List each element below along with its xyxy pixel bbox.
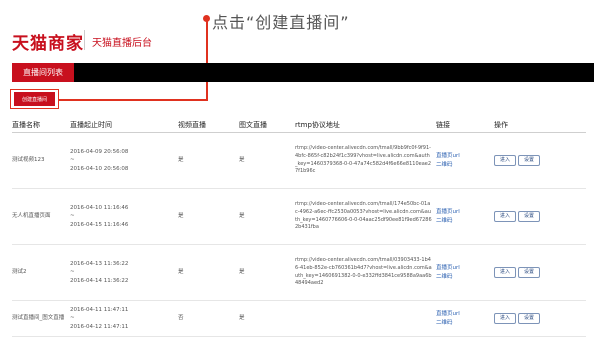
cell-graphic: 是 xyxy=(239,188,295,245)
live-room-table: 直播名称 直播起止时间 视频直播 图文直播 rtmp协议地址 链接 操作 测试视… xyxy=(12,116,586,337)
end-time: 2016-04-10 20:56:08 xyxy=(70,165,129,172)
end-time: 2016-04-14 11:36:22 xyxy=(70,277,129,284)
table-header-row: 直播名称 直播起止时间 视频直播 图文直播 rtmp协议地址 链接 操作 xyxy=(12,116,586,133)
cell-name: 无人机直播页面 xyxy=(12,188,70,245)
cell-video: 是 xyxy=(178,244,239,301)
settings-button[interactable]: 设置 xyxy=(518,154,541,167)
col-header-video: 视频直播 xyxy=(178,116,239,133)
live-page-url-link[interactable]: 直播页url xyxy=(436,208,490,216)
cell-rtmp: rtmp://video-center.alivecdn.com/tmall/0… xyxy=(295,244,436,301)
table-row: 测试直播间_图文直播 2016-04-11 11:47:11 ~ 2016-04… xyxy=(12,300,586,337)
cell-video: 是 xyxy=(178,132,239,189)
start-time: 2016-04-11 11:47:11 xyxy=(70,307,129,314)
tmall-logo: 天猫商家 xyxy=(12,34,84,54)
col-header-rtmp: rtmp协议地址 xyxy=(295,116,436,133)
cell-name: 测试直播间_图文直播 xyxy=(12,300,70,337)
cell-actions: 进入 设置 xyxy=(494,188,586,245)
cell-name: 测试视频123 xyxy=(12,132,70,189)
enter-button[interactable]: 进入 xyxy=(494,210,517,223)
col-header-graphic: 图文直播 xyxy=(239,116,295,133)
cell-rtmp xyxy=(295,300,436,337)
table-row: 测试视频123 2016-04-09 20:56:08 ~ 2016-04-10… xyxy=(12,132,586,189)
cell-graphic: 是 xyxy=(239,132,295,189)
settings-button[interactable]: 设置 xyxy=(518,266,541,279)
time-separator: ~ xyxy=(70,269,75,276)
qrcode-link[interactable]: 二维码 xyxy=(436,273,490,281)
cell-links: 直播页url 二维码 xyxy=(436,244,494,301)
cell-links: 直播页url 二维码 xyxy=(436,300,494,337)
top-nav-bar xyxy=(12,63,594,82)
table-row: 无人机直播页面 2016-04-10 11:16:46 ~ 2016-04-15… xyxy=(12,188,586,245)
create-live-room-button[interactable]: 创建直播间 xyxy=(14,92,55,106)
start-time: 2016-04-10 11:16:46 xyxy=(70,205,129,212)
enter-button[interactable]: 进入 xyxy=(494,266,517,279)
settings-button[interactable]: 设置 xyxy=(518,210,541,223)
logo-divider xyxy=(84,30,85,50)
start-time: 2016-04-13 11:36:22 xyxy=(70,261,129,268)
live-page-url-link[interactable]: 直播页url xyxy=(436,152,490,160)
start-time: 2016-04-09 20:56:08 xyxy=(70,149,129,156)
qrcode-link[interactable]: 二维码 xyxy=(436,161,490,169)
live-page-url-link[interactable]: 直播页url xyxy=(436,310,490,318)
cell-links: 直播页url 二维码 xyxy=(436,188,494,245)
cell-actions: 进入 设置 xyxy=(494,132,586,189)
cell-graphic: 是 xyxy=(239,300,295,337)
col-header-link: 链接 xyxy=(436,116,494,133)
col-header-name: 直播名称 xyxy=(12,116,70,133)
cell-rtmp: rtmp://video-center.alivecdn.com/tmall/9… xyxy=(295,132,436,189)
time-separator: ~ xyxy=(70,213,75,220)
cell-time: 2016-04-09 20:56:08 ~ 2016-04-10 20:56:0… xyxy=(70,132,178,189)
end-time: 2016-04-12 11:47:11 xyxy=(70,323,129,330)
col-header-time: 直播起止时间 xyxy=(70,116,178,133)
enter-button[interactable]: 进入 xyxy=(494,154,517,167)
cell-time: 2016-04-10 11:16:46 ~ 2016-04-15 11:16:4… xyxy=(70,188,178,245)
settings-button[interactable]: 设置 xyxy=(518,312,541,325)
cell-video: 是 xyxy=(178,188,239,245)
cell-graphic: 是 xyxy=(239,244,295,301)
cell-time: 2016-04-11 11:47:11 ~ 2016-04-12 11:47:1… xyxy=(70,300,178,337)
time-separator: ~ xyxy=(70,157,75,164)
callout-connector-horizontal xyxy=(58,99,208,101)
live-page-url-link[interactable]: 直播页url xyxy=(436,264,490,272)
qrcode-link[interactable]: 二维码 xyxy=(436,319,490,327)
enter-button[interactable]: 进入 xyxy=(494,312,517,325)
cell-actions: 进入 设置 xyxy=(494,244,586,301)
tab-live-room-list[interactable]: 直播间列表 xyxy=(12,63,74,82)
cell-actions: 进入 设置 xyxy=(494,300,586,337)
callout-connector-vertical xyxy=(206,20,208,100)
col-header-actions: 操作 xyxy=(494,116,586,133)
qrcode-link[interactable]: 二维码 xyxy=(436,217,490,225)
cell-links: 直播页url 二维码 xyxy=(436,132,494,189)
cell-name: 测试2 xyxy=(12,244,70,301)
platform-subtitle: 天猫直播后台 xyxy=(92,38,152,49)
cell-video: 否 xyxy=(178,300,239,337)
end-time: 2016-04-15 11:16:46 xyxy=(70,221,129,228)
annotation-callout: 点击“创建直播间” xyxy=(212,13,350,32)
cell-time: 2016-04-13 11:36:22 ~ 2016-04-14 11:36:2… xyxy=(70,244,178,301)
time-separator: ~ xyxy=(70,315,75,322)
cell-rtmp: rtmp://video-center.alivecdn.com/tmall/1… xyxy=(295,188,436,245)
table-row: 测试2 2016-04-13 11:36:22 ~ 2016-04-14 11:… xyxy=(12,244,586,301)
